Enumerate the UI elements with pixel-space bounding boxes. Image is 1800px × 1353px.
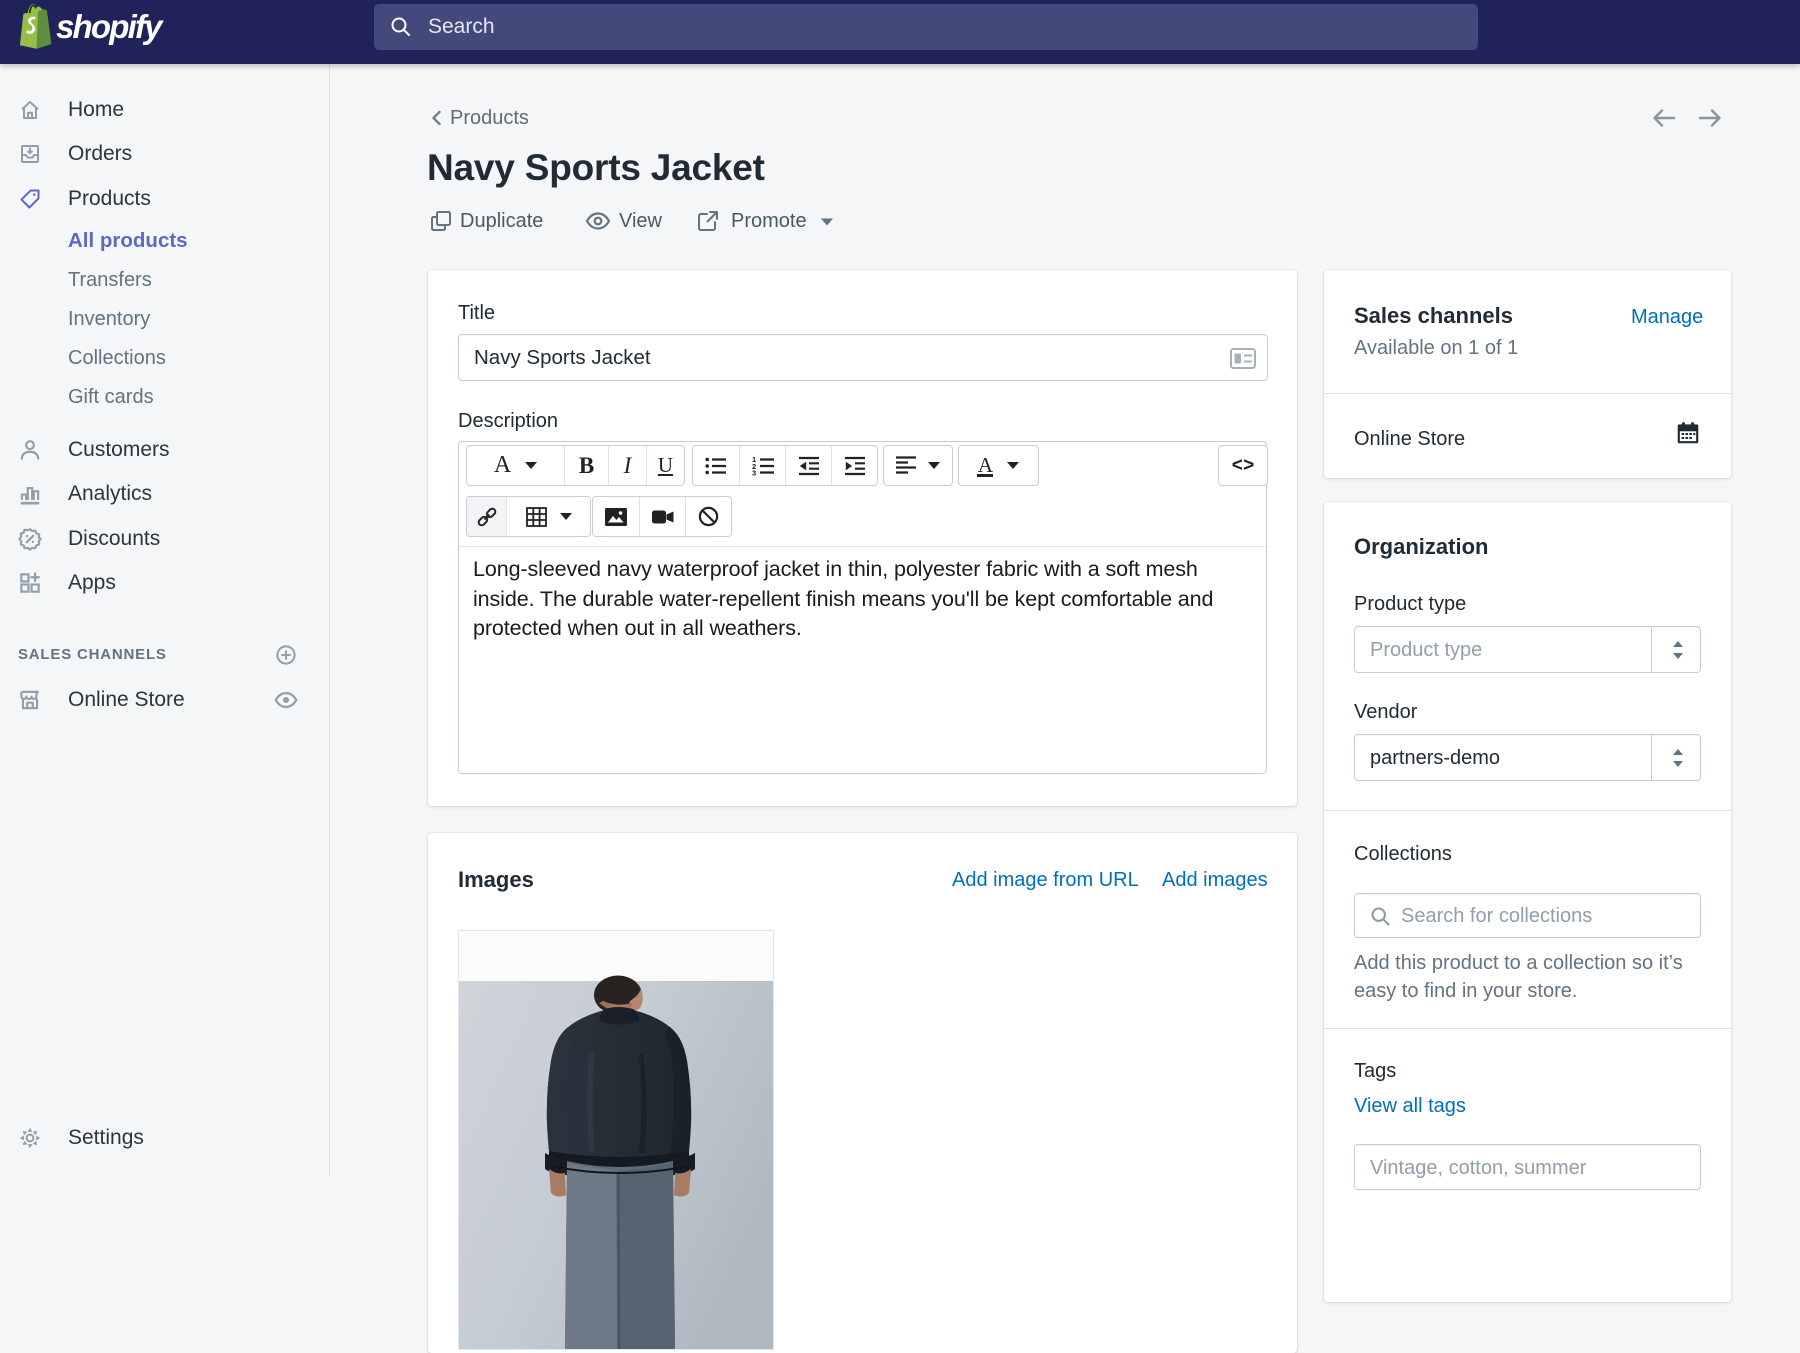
svg-text:3: 3: [752, 468, 756, 476]
